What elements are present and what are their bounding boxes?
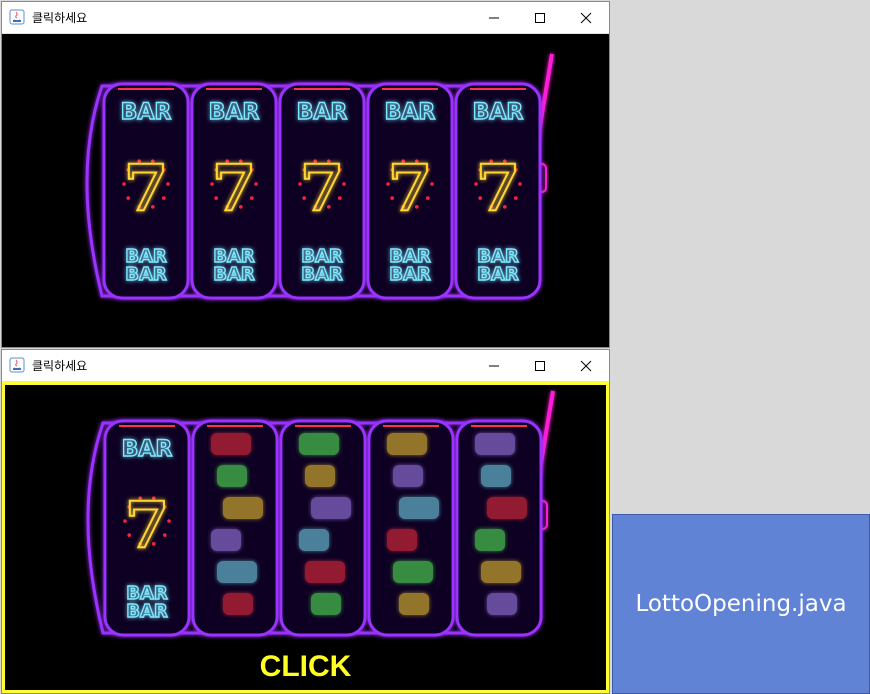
file-name-badge: LottoOpening.java	[612, 514, 870, 694]
click-prompt[interactable]: CLICK	[5, 650, 606, 684]
spinning-blur	[223, 593, 253, 615]
spinning-blur	[475, 433, 515, 455]
slot-machine-graphic: BAR7BARBARBAR7BARBARBAR7BARBARBAR7BARBAR…	[2, 53, 609, 310]
bar-symbol: BAR	[389, 264, 431, 285]
window-title: 클릭하세요	[32, 359, 88, 373]
spinning-blur	[481, 561, 521, 583]
spinning-blur	[311, 593, 341, 615]
bar-symbol: BAR	[122, 437, 173, 462]
bar-symbol: BAR	[125, 264, 167, 285]
spinning-blur	[223, 497, 263, 519]
maximize-icon	[535, 360, 545, 371]
spinning-blur	[481, 465, 511, 487]
seven-symbol: 7	[124, 151, 169, 226]
bar-symbol: BAR	[297, 100, 348, 125]
slot-machine-spinning-image[interactable]: BAR 7 BAR BAR CLICK	[2, 382, 609, 693]
title-bar[interactable]: 클릭하세요	[2, 350, 609, 382]
spinning-blur	[393, 465, 423, 487]
bar-symbol: BAR	[301, 264, 343, 285]
spinning-blur	[299, 433, 339, 455]
bar-symbol: BAR	[209, 100, 260, 125]
spinning-blur	[217, 465, 247, 487]
bar-symbol: BAR	[121, 100, 172, 125]
spinning-blur	[387, 529, 417, 551]
maximize-button[interactable]	[517, 2, 563, 33]
close-icon	[580, 12, 592, 23]
spinning-blur	[311, 497, 351, 519]
spinning-blur	[217, 561, 257, 583]
bar-symbol: BAR	[385, 100, 436, 125]
spinning-blur	[399, 497, 439, 519]
minimize-icon	[489, 17, 499, 18]
maximize-button[interactable]	[517, 350, 563, 381]
seven-symbol: 7	[125, 488, 170, 563]
java-icon	[9, 9, 25, 25]
spinning-blur	[305, 465, 335, 487]
seven-symbol: 7	[388, 151, 433, 226]
maximize-icon	[535, 12, 545, 23]
spinning-blur	[487, 497, 527, 519]
close-button[interactable]	[563, 350, 609, 381]
spinning-blur	[211, 529, 241, 551]
spinning-blur	[393, 561, 433, 583]
minimize-button[interactable]	[471, 350, 517, 381]
minimize-button[interactable]	[471, 2, 517, 33]
slot-window-top: 클릭하세요 BAR 7 BAR BAR BAR 7 BAR BAR BAR 7 BAR BAR BAR 7…	[1, 1, 610, 348]
bar-symbol: BAR	[213, 264, 255, 285]
seven-symbol: 7	[300, 151, 345, 226]
title-bar[interactable]: 클릭하세요	[2, 2, 609, 34]
file-name-label: LottoOpening.java	[635, 591, 847, 617]
bar-symbol: BAR	[477, 264, 519, 285]
close-icon	[580, 360, 592, 371]
slot-machine-image[interactable]: BAR 7 BAR BAR BAR 7 BAR BAR BAR 7 BAR BAR BAR 7 BAR BAR…	[2, 34, 609, 347]
spinning-blur	[475, 529, 505, 551]
minimize-icon	[489, 365, 499, 366]
slot-window-bottom: 클릭하세요 BAR 7 BAR BAR CLICK	[1, 349, 610, 694]
spinning-blur	[211, 433, 251, 455]
spinning-blur	[387, 433, 427, 455]
seven-symbol: 7	[476, 151, 521, 226]
slot-machine-spinning-graphic: BAR7BARBAR	[5, 390, 606, 647]
seven-symbol: 7	[212, 151, 257, 226]
spinning-blur	[487, 593, 517, 615]
bar-symbol: BAR	[473, 100, 524, 125]
spinning-blur	[299, 529, 329, 551]
spinning-blur	[305, 561, 345, 583]
window-title: 클릭하세요	[32, 11, 88, 25]
spinning-blur	[399, 593, 429, 615]
bar-symbol: BAR	[126, 601, 168, 622]
close-button[interactable]	[563, 2, 609, 33]
java-icon	[9, 357, 25, 373]
